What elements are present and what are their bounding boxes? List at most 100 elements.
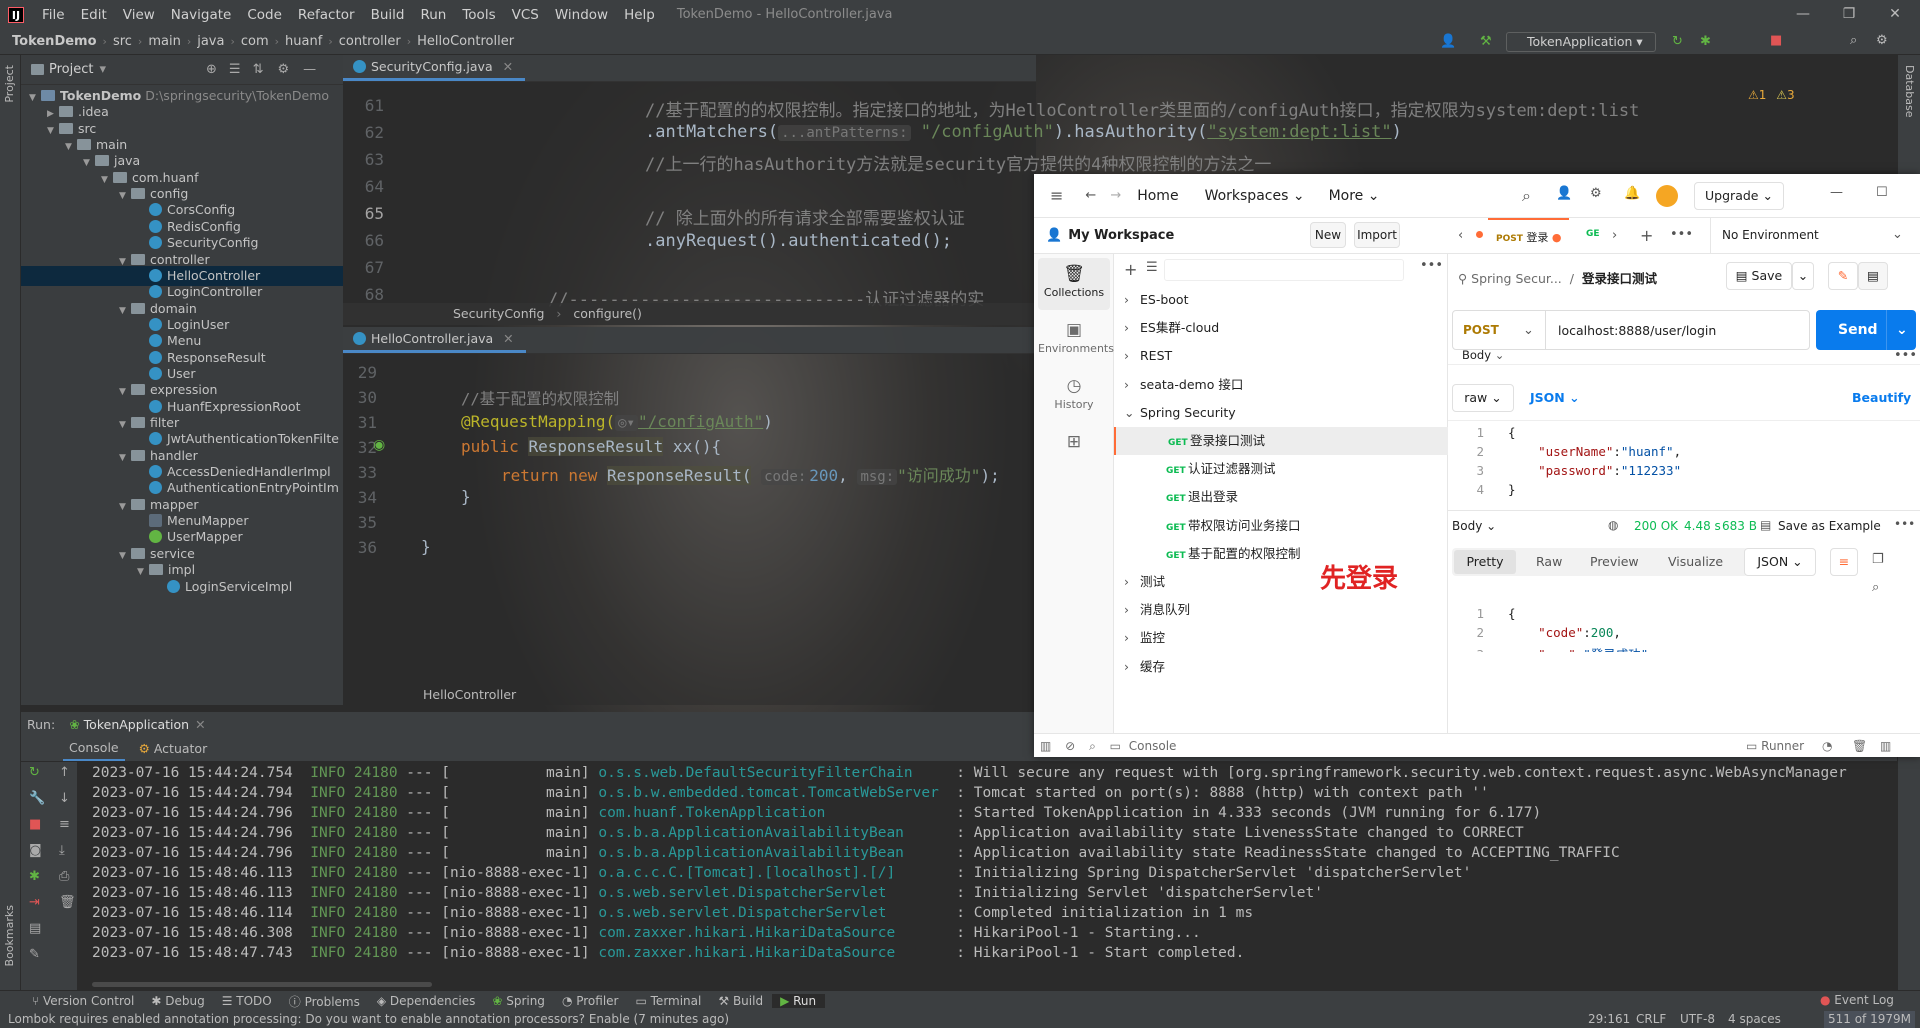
file-encoding[interactable]: UTF-8: [1680, 1011, 1715, 1028]
hammer-icon[interactable]: ⚒: [1480, 35, 1492, 48]
code-line-36[interactable]: }: [421, 537, 431, 556]
bell-icon[interactable]: 🔔: [1624, 186, 1640, 201]
avatar[interactable]: [1656, 185, 1678, 207]
tree-item-loginserviceimpl[interactable]: LoginServiceImpl: [21, 577, 343, 597]
nav-workspaces[interactable]: Workspaces ⌄: [1205, 188, 1305, 204]
method-selector[interactable]: POST: [1463, 323, 1523, 337]
chevron-down-icon[interactable]: ⌄: [1892, 227, 1903, 242]
code-breadcrumb[interactable]: HelloController: [423, 687, 516, 702]
menu-vcs[interactable]: VCS: [504, 7, 547, 23]
log-line[interactable]: 2023-07-16 15:44:24.796 INFO 24180 --- […: [92, 805, 1541, 825]
log-line[interactable]: 2023-07-16 15:44:24.796 INFO 24180 --- […: [92, 845, 1620, 865]
menu-run[interactable]: Run: [412, 7, 454, 23]
tool-run[interactable]: ▶ Run: [772, 994, 826, 1008]
event-log-button[interactable]: ● Event Log: [1820, 993, 1894, 1007]
chevron-down-icon[interactable]: ⌄: [1124, 399, 1140, 427]
down-arrow-icon[interactable]: ↓: [59, 792, 70, 805]
cookies-icon[interactable]: ◔: [1822, 734, 1832, 758]
save-dropdown[interactable]: ⌄: [1792, 262, 1814, 290]
locate-icon[interactable]: ⊕: [206, 62, 217, 77]
filter-icon[interactable]: ☰: [1146, 260, 1158, 275]
collection-es-boot[interactable]: › ES-boot: [1114, 286, 1448, 314]
collection-item[interactable]: › 消息队列: [1114, 596, 1448, 624]
hamburger-icon[interactable]: ≡: [1050, 186, 1063, 205]
menu-window[interactable]: Window: [547, 7, 616, 23]
code-line-62[interactable]: .antMatchers(...antPatterns: "/configAut…: [645, 122, 1402, 142]
log-line[interactable]: 2023-07-16 15:48:46.308 INFO 24180 --- […: [92, 925, 1201, 945]
collections-search-input[interactable]: [1164, 259, 1404, 281]
json-line[interactable]: 4}: [1448, 482, 1515, 501]
code-line-66[interactable]: .anyRequest().authenticated();: [645, 231, 952, 251]
breadcrumb-current[interactable]: 登录接口测试: [1582, 271, 1657, 286]
user-icon[interactable]: 👤: [1440, 35, 1456, 48]
trash-icon[interactable]: 🗑: [59, 896, 76, 909]
close-tab-icon[interactable]: ✕: [503, 331, 513, 346]
camera-icon[interactable]: ◙: [29, 844, 42, 857]
code-line-63[interactable]: //上一行的hasAuthority方法就是security官方提供的4种权限控…: [645, 150, 1271, 175]
status-message[interactable]: Lombok requires enabled annotation proce…: [8, 1012, 729, 1026]
search-icon[interactable]: ⌕: [1850, 34, 1857, 47]
chevron-right-icon[interactable]: ›: [1612, 228, 1617, 243]
save-button[interactable]: ▤ Save: [1726, 262, 1792, 290]
search-icon[interactable]: ⌕: [1522, 186, 1531, 206]
code-line-61[interactable]: //基于配置的的权限控制。指定接口的地址，为HelloController类里面…: [645, 96, 1639, 121]
exit-icon[interactable]: ⇥: [29, 896, 40, 909]
tool-spring[interactable]: ❀ Spring: [484, 994, 554, 1008]
layout-icon[interactable]: ▥: [1880, 734, 1891, 758]
maximize-icon[interactable]: ☐: [1876, 185, 1888, 200]
json-line[interactable]: 2 "userName":"huanf",: [1448, 444, 1681, 463]
bookmarks-tool-button[interactable]: Bookmarks: [3, 905, 16, 966]
menu-help[interactable]: Help: [616, 7, 663, 23]
minimize-icon[interactable]: —: [1780, 0, 1826, 29]
json-line[interactable]: 2 "code":200,: [1448, 625, 1620, 644]
tool-profiler[interactable]: ◔ Profiler: [554, 994, 628, 1008]
invite-icon[interactable]: 👤: [1556, 186, 1572, 201]
view-pretty[interactable]: Pretty: [1454, 550, 1516, 574]
restore-icon[interactable]: ❐: [1826, 0, 1872, 29]
stop-icon[interactable]: ■: [29, 818, 41, 831]
menu-edit[interactable]: Edit: [73, 7, 115, 23]
json-selector[interactable]: JSON ⌄: [1530, 390, 1580, 405]
up-arrow-icon[interactable]: ↑: [59, 766, 70, 779]
breadcrumb-huanf[interactable]: huanf: [279, 34, 328, 49]
project-panel-title[interactable]: Project: [49, 62, 93, 77]
breadcrumb-controller[interactable]: controller: [333, 34, 407, 49]
chevron-right-icon[interactable]: ›: [1124, 314, 1140, 342]
log-line[interactable]: 2023-07-16 15:48:47.743 INFO 24180 --- […: [92, 945, 1244, 965]
more-icon[interactable]: •••: [1420, 258, 1443, 273]
breadcrumb-java[interactable]: java: [191, 34, 230, 49]
forward-icon[interactable]: →: [1110, 188, 1121, 203]
chevron-right-icon[interactable]: ›: [1124, 286, 1140, 314]
back-icon[interactable]: ←: [1085, 188, 1096, 203]
json-line[interactable]: 1{: [1448, 425, 1515, 444]
line-separator[interactable]: CRLF: [1636, 1011, 1666, 1028]
menu-refactor[interactable]: Refactor: [290, 7, 363, 23]
code-line-30[interactable]: //基于配置的权限控制: [461, 387, 619, 409]
more-icon[interactable]: •••: [1894, 517, 1915, 531]
log-line[interactable]: 2023-07-16 15:48:46.113 INFO 24180 --- […: [92, 865, 1471, 885]
json-line[interactable]: 3 "password":"112233": [1448, 463, 1681, 482]
tool-version-control[interactable]: ⑂ Version Control: [24, 994, 143, 1008]
menu-code[interactable]: Code: [239, 7, 290, 23]
horizontal-scrollbar[interactable]: [92, 982, 432, 987]
response-format-selector[interactable]: JSON ⌄: [1744, 548, 1816, 576]
run-config-tab[interactable]: TokenApplication: [84, 717, 189, 732]
search-icon[interactable]: ⌕: [1089, 739, 1096, 753]
collection-item[interactable]: › 缓存: [1114, 653, 1448, 681]
hide-icon[interactable]: —: [303, 62, 316, 77]
tab-actuator[interactable]: Actuator: [154, 741, 207, 756]
collection-seata-demo-[interactable]: › seata-demo 接口: [1114, 371, 1448, 399]
project-tool-button[interactable]: Project: [3, 65, 16, 103]
restore-layout-icon[interactable]: ✱: [29, 870, 40, 883]
code-line-31[interactable]: @RequestMapping(◎▾ "/configAuth"): [461, 412, 773, 431]
sidebar-environments[interactable]: ▣ Environments: [1038, 314, 1114, 366]
collection-es-cloud[interactable]: › ES集群-cloud: [1114, 314, 1448, 342]
chevron-right-icon[interactable]: ›: [1124, 624, 1140, 652]
settings-icon[interactable]: ⚙: [1590, 186, 1602, 201]
response-body[interactable]: 1{2 "code":200,3 "msg":"登录成功": [1448, 602, 1920, 652]
tab-hellocontroller[interactable]: HelloController.java ✕: [343, 326, 526, 353]
rerun-icon[interactable]: ↻: [1672, 35, 1683, 48]
layout-icon[interactable]: ▤: [29, 922, 41, 935]
minimize-icon[interactable]: —: [1830, 185, 1843, 200]
stop-icon[interactable]: ■: [1770, 34, 1782, 47]
